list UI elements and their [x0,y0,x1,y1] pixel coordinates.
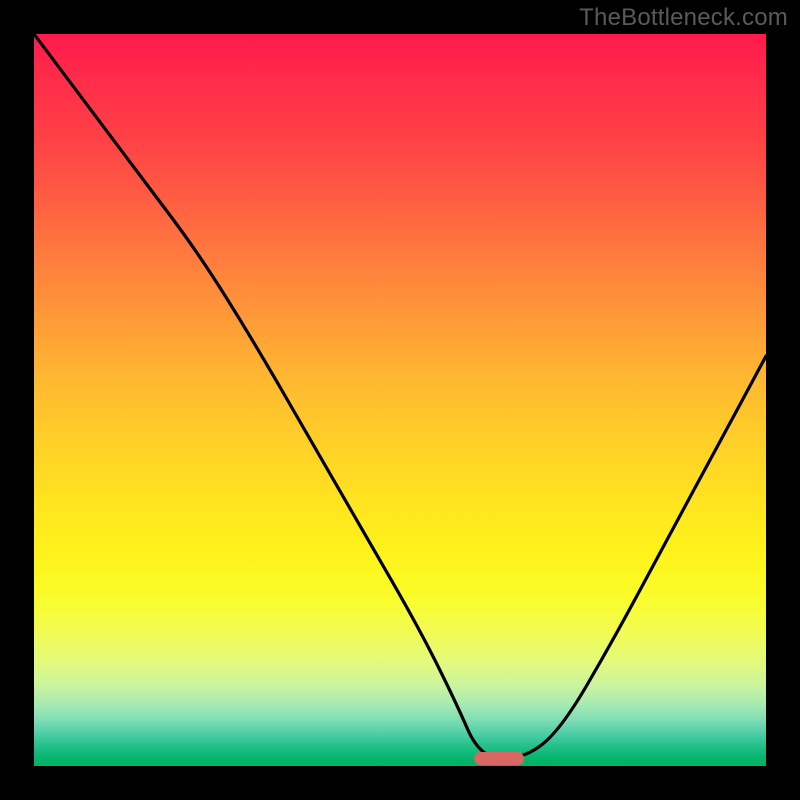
plot-area [34,34,766,766]
watermark-text: TheBottleneck.com [579,4,788,32]
min-marker [474,752,525,765]
curve-layer [34,34,766,766]
bottleneck-curve [34,34,766,759]
chart-root: TheBottleneck.com [0,0,800,800]
